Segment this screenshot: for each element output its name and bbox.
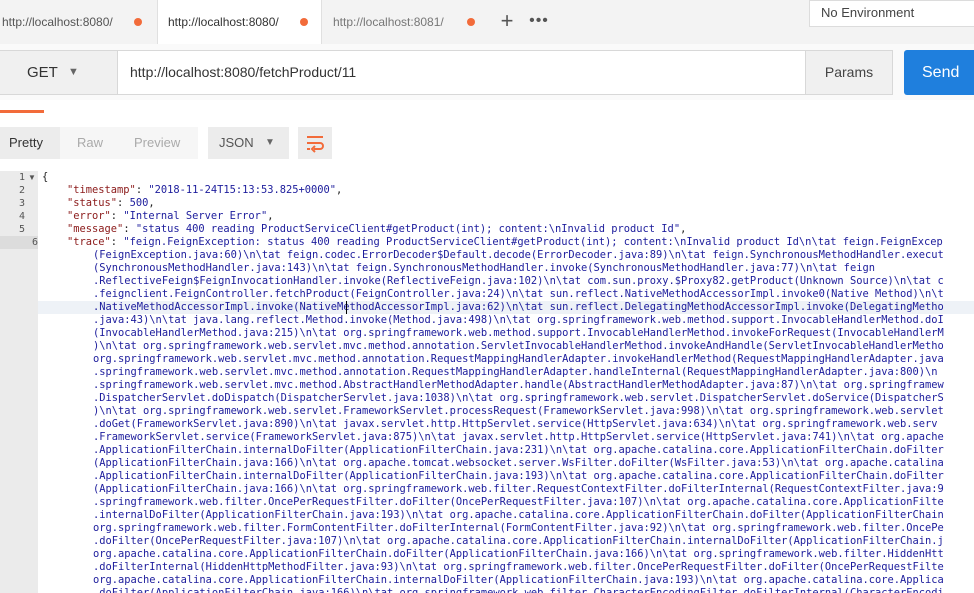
line-number: 3 [18,198,25,209]
json-line-status: "status": 500, [67,197,155,209]
trace-line: )\n\tat org.springframework.web.servlet.… [93,405,944,417]
json-line-timestamp: "timestamp": "2018-11-24T15:13:53.825+00… [67,184,343,196]
wrap-lines-button[interactable] [298,127,332,159]
trace-line: )\n\tat org.springframework.web.servlet.… [93,340,944,352]
line-number: 4 [18,211,25,222]
trace-line: .FrameworkServlet.service(FrameworkServl… [93,431,944,443]
unsaved-dot-icon [467,18,475,26]
trace-line: org.apache.catalina.core.ApplicationFilt… [93,548,944,560]
json-value: "feign.FeignException: status 400 readin… [123,236,943,248]
trace-line: .springframework.web.servlet.mvc.method.… [93,379,944,391]
trace-line: .internalDoFilter(ApplicationFilterChain… [93,509,944,521]
trace-line: .DispatcherServlet.doDispatch(Dispatcher… [93,392,944,404]
trace-line: .doFilterInternal(HiddenHttpMethodFilter… [93,561,944,573]
request-tab-2-active[interactable]: http://localhost:8080/​ [157,0,322,44]
trace-line: (ApplicationFilterChain.java:166)\n\tat … [93,457,944,469]
format-select[interactable]: JSON ▼ [208,127,289,159]
line-number-gutter: 1 ▼ 2 3 4 5 6 [0,171,38,593]
method-select[interactable]: GET ▼ [0,50,118,95]
environment-selector[interactable]: No Environment [809,0,974,27]
trace-line: .springframework.web.filter.OncePerReque… [93,496,944,508]
json-value: "status 400 reading ProductServiceClient… [135,223,681,235]
trace-line: .ApplicationFilterChain.internalDoFilter… [93,470,944,482]
active-section-indicator [0,110,44,113]
trace-line: (InvocableHandlerMethod.java:215)\n\tat … [93,327,944,339]
trace-line: .NativeMethodAccessorImpl.invoke(NativeM… [93,301,944,313]
json-key: "status" [67,197,118,209]
trace-line: .doFilter(OncePerRequestFilter.java:107)… [93,535,944,547]
json-line-message: "message": "status 400 reading ProductSe… [67,223,687,235]
send-button[interactable]: Send [904,50,974,95]
json-open-brace: { [42,171,49,183]
trace-line: .java:43)\n\tat java.lang.reflect.Method… [93,314,944,326]
line-number-active: 6 [0,236,38,249]
tab-pretty[interactable]: Pretty [0,127,60,159]
json-line-trace: "trace": "feign.FeignException: status 4… [67,236,943,248]
ellipsis-icon[interactable]: ••• [526,10,552,34]
response-view-bar: Pretty Raw Preview JSON ▼ [0,124,974,160]
json-value: 500 [129,197,149,209]
tab-label: http://localhost:8081/​ [333,15,444,29]
json-key: "trace" [67,236,111,248]
method-value: GET [27,64,58,81]
trace-line: (ApplicationFilterChain.java:166)\n\tat … [93,483,944,495]
wrap-lines-icon [307,136,324,153]
tab-label: http://localhost:8080/​ [2,15,113,29]
json-key: "error" [67,210,111,222]
line-number: 6 [31,237,38,248]
tab-preview[interactable]: Preview [118,127,198,159]
json-line-error: "error": "Internal Server Error", [67,210,274,222]
json-key: "message" [67,223,124,235]
url-input[interactable]: http://localhost:8080/fetchProduct/11 [118,50,806,95]
line-number: 5 [18,224,25,235]
tab-raw[interactable]: Raw [60,127,118,159]
trace-line: .springframework.web.servlet.mvc.method.… [93,366,938,378]
line-number: 1 [18,172,25,183]
request-tab-3[interactable]: http://localhost:8081/​ [323,0,488,44]
chevron-down-icon: ▼ [68,66,79,78]
json-key: "timestamp" [67,184,136,196]
json-value: "2018-11-24T15:13:53.825+0000" [148,184,337,196]
trace-line: .ReflectiveFeign$FeignInvocationHandler.… [93,275,944,287]
request-tab-bar: http://localhost:8080/​ http://localhost… [0,0,974,44]
params-button[interactable]: Params [805,50,893,95]
unsaved-dot-icon [300,18,308,26]
line-number: 2 [18,185,25,196]
json-value: "Internal Server Error" [123,210,268,222]
chevron-down-icon: ▼ [265,137,275,148]
trace-line: .doGet(FrameworkServlet.java:890)\n\tat … [93,418,938,430]
request-bar: GET ▼ http://localhost:8080/fetchProduct… [0,44,974,100]
unsaved-dot-icon [134,18,142,26]
trace-line: .doFilter(ApplicationFilterChain.java:16… [93,587,944,593]
request-tab-1[interactable]: http://localhost:8080/​ [0,0,157,44]
fold-arrow-icon[interactable]: ▼ [28,171,36,184]
trace-line: org.springframework.web.filter.FormConte… [93,522,944,534]
trace-line: .ApplicationFilterChain.internalDoFilter… [93,444,944,456]
trace-line: .feignclient.FeignController.fetchProduc… [93,288,944,300]
response-body-editor[interactable]: 1 ▼ 2 3 4 5 6 { "timestamp": "2018-11-24… [0,171,974,593]
trace-line: (FeignException.java:60)\n\tat feign.cod… [93,249,944,261]
plus-icon[interactable]: + [494,10,520,34]
tab-label: http://localhost:8080/​ [168,15,279,29]
text-cursor [346,301,347,314]
trace-line: org.springframework.web.servlet.mvc.meth… [93,353,944,365]
trace-line: org.apache.catalina.core.ApplicationFilt… [93,574,944,586]
format-value: JSON [219,135,254,150]
trace-line: (SynchronousMethodHandler.java:143)\n\ta… [93,262,875,274]
